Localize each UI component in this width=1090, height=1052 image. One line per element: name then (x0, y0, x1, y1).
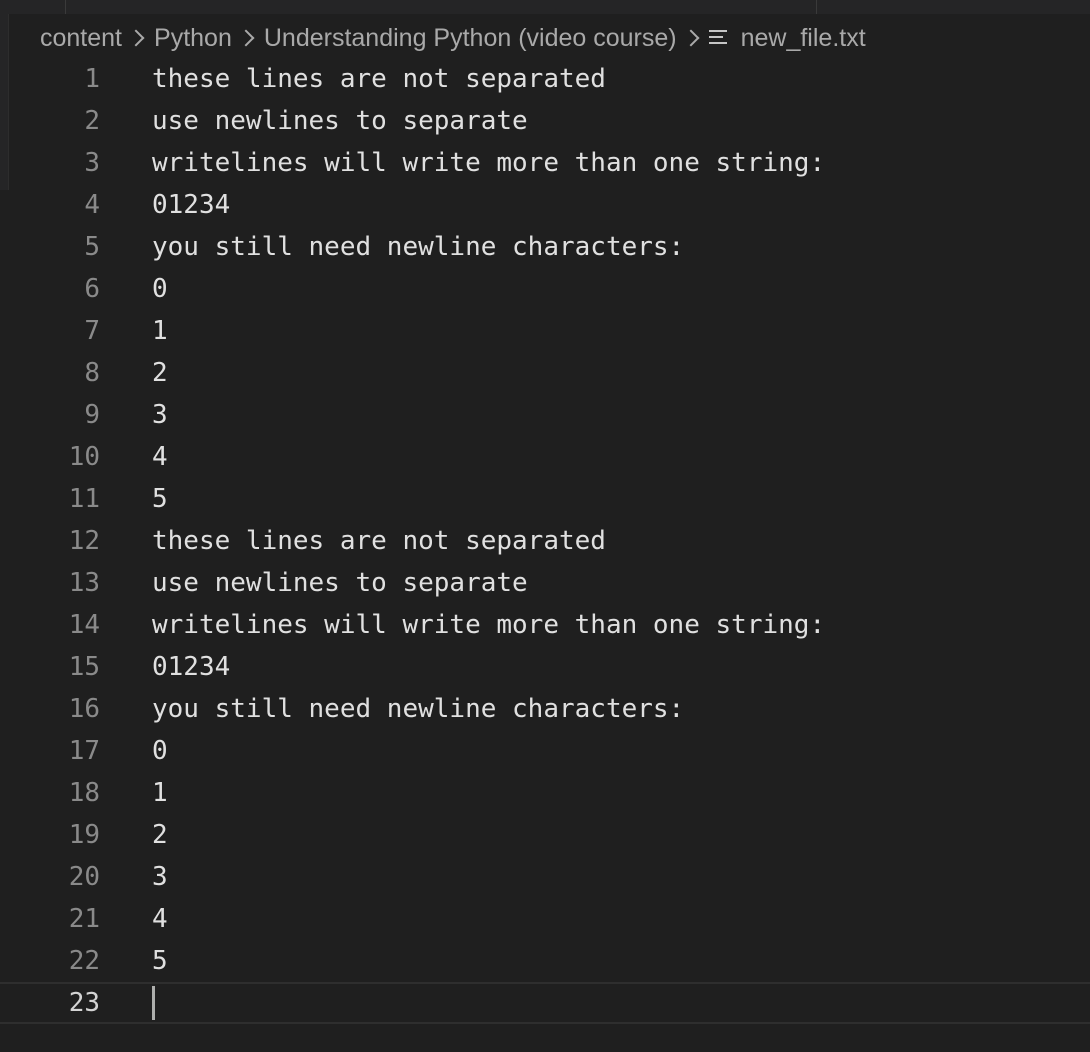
line-text[interactable]: 1 (152, 310, 168, 352)
editor-line[interactable]: 20 3 (0, 856, 1090, 898)
line-number: 1 (84, 64, 100, 94)
editor-line[interactable]: 4 01234 (0, 184, 1090, 226)
editor-line[interactable]: 23 (0, 982, 1090, 1024)
line-number: 4 (84, 190, 100, 220)
line-number: 21 (68, 904, 100, 934)
line-text[interactable]: 5 (152, 940, 168, 982)
text-cursor (152, 986, 155, 1020)
line-number: 23 (68, 988, 100, 1018)
breadcrumb-item-python[interactable]: Python (154, 24, 232, 53)
breadcrumb-file-name[interactable]: new_file.txt (741, 24, 866, 53)
editor-line[interactable]: 19 2 (0, 814, 1090, 856)
editor-line[interactable]: 10 4 (0, 436, 1090, 478)
editor-line[interactable]: 93 (0, 394, 1090, 436)
editor-line[interactable]: 82 (0, 352, 1090, 394)
line-number: 20 (68, 862, 100, 892)
line-number: 19 (68, 820, 100, 850)
line-number: 18 (68, 778, 100, 808)
text-file-icon (708, 28, 729, 48)
line-text[interactable]: use newlines to separate (152, 100, 528, 142)
tab-bar-strip (0, 0, 1090, 14)
line-number: 14 (68, 610, 100, 640)
line-text[interactable]: 3 (152, 394, 168, 436)
line-number: 7 (84, 316, 100, 346)
tab-separator (65, 0, 66, 14)
editor-line[interactable]: 15 01234 (0, 646, 1090, 688)
editor-line[interactable]: 2 use newlines to separate (0, 100, 1090, 142)
line-text[interactable]: 01234 (152, 184, 230, 226)
line-number: 3 (84, 148, 100, 178)
line-text[interactable]: you still need newline characters: (152, 226, 684, 268)
editor-line[interactable]: 5 you still need newline characters: (0, 226, 1090, 268)
editor-line[interactable]: 3 writelines will write more than one str… (0, 142, 1090, 184)
line-number: 12 (68, 526, 100, 556)
line-text[interactable]: these lines are not separated (152, 58, 606, 100)
editor-line[interactable]: 16 you still need newline characters: (0, 688, 1090, 730)
breadcrumb-item-folder[interactable]: Understanding Python (video course) (264, 24, 677, 53)
line-number: 11 (68, 484, 100, 514)
editor-line[interactable]: 22 5 (0, 940, 1090, 982)
editor-line[interactable]: 13 use newlines to separate (0, 562, 1090, 604)
chevron-right-icon (127, 29, 145, 47)
line-text[interactable]: 0 (152, 730, 168, 772)
editor-line[interactable]: 17 0 (0, 730, 1090, 772)
line-number: 2 (84, 106, 100, 136)
line-number: 13 (68, 568, 100, 598)
line-number: 10 (68, 442, 100, 472)
line-number: 22 (68, 946, 100, 976)
line-text[interactable]: 5 (152, 478, 168, 520)
line-number: 9 (84, 400, 100, 430)
line-text[interactable]: 2 (152, 352, 168, 394)
breadcrumb-item-content[interactable]: content (40, 24, 122, 53)
line-text[interactable]: 4 (152, 898, 168, 940)
line-text[interactable]: use newlines to separate (152, 562, 528, 604)
line-text[interactable]: writelines will write more than one stri… (152, 142, 825, 184)
editor-line[interactable]: 18 1 (0, 772, 1090, 814)
line-text[interactable]: you still need newline characters: (152, 688, 684, 730)
line-text[interactable]: 2 (152, 814, 168, 856)
line-number: 8 (84, 358, 100, 388)
line-number: 16 (68, 694, 100, 724)
editor-line[interactable]: 14 writelines will write more than one st… (0, 604, 1090, 646)
line-text[interactable]: 4 (152, 436, 168, 478)
editor-line[interactable]: 12 these lines are not separated (0, 520, 1090, 562)
editor-line[interactable]: 11 5 (0, 478, 1090, 520)
editor-line[interactable]: 1 these lines are not separated (0, 58, 1090, 100)
editor-line[interactable]: 60 (0, 268, 1090, 310)
code-editor[interactable]: 1 these lines are not separated 2 use newli… (0, 58, 1090, 1024)
line-text[interactable]: these lines are not separated (152, 520, 606, 562)
line-number: 17 (68, 736, 100, 766)
line-text[interactable]: writelines will write more than one stri… (152, 604, 825, 646)
line-number: 6 (84, 274, 100, 304)
editor-line[interactable]: 21 4 (0, 898, 1090, 940)
line-text[interactable]: 0 (152, 268, 168, 310)
tab-separator (816, 0, 817, 14)
line-text[interactable]: 01234 (152, 646, 230, 688)
line-number: 15 (68, 652, 100, 682)
chevron-right-icon (237, 29, 255, 47)
line-text[interactable]: 3 (152, 856, 168, 898)
line-text[interactable]: 1 (152, 772, 168, 814)
chevron-right-icon (682, 29, 700, 47)
breadcrumb: content Python Understanding Python (vid… (40, 18, 866, 58)
editor-line[interactable]: 71 (0, 310, 1090, 352)
line-number: 5 (84, 232, 100, 262)
